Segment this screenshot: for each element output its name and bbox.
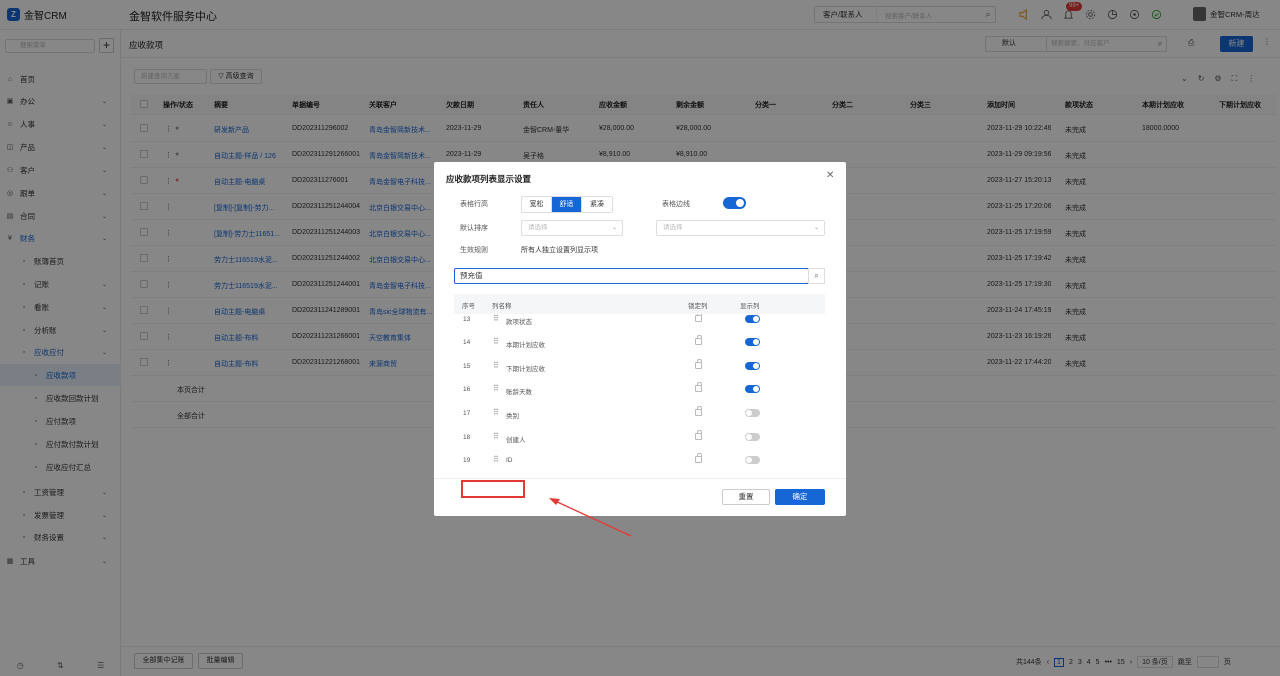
app-root: Z 金智CRM 金智软件服务中心 客户/联系人 搜索客户/联系人 ⌕ 99+ 金… bbox=[0, 0, 1280, 676]
search-icon[interactable]: ⌕ bbox=[808, 268, 825, 284]
sort-field-select[interactable]: 请选择 ⌄ bbox=[521, 220, 623, 236]
default-sort-label: 默认排序 bbox=[460, 225, 488, 232]
drag-handle-icon[interactable]: ⠿ bbox=[493, 361, 499, 370]
table-border-toggle[interactable] bbox=[723, 197, 746, 209]
dialog-divider bbox=[434, 478, 846, 479]
column-seq: 13 bbox=[463, 316, 471, 323]
show-column-toggle[interactable] bbox=[745, 409, 760, 417]
annotation-highlight-box bbox=[461, 480, 525, 498]
toggle-knob bbox=[753, 363, 759, 369]
chevron-down-icon: ⌄ bbox=[813, 225, 819, 231]
lock-icon[interactable] bbox=[695, 453, 702, 463]
table-border-label: 表格边线 bbox=[662, 201, 690, 208]
lock-icon[interactable] bbox=[695, 314, 702, 322]
toggle-knob bbox=[753, 339, 759, 345]
column-settings-dialog: 应收款项列表显示设置 ✕ 表格行高 宽松 舒适 紧凑 表格边线 默认排序 请选择 ⌄ … bbox=[434, 162, 846, 516]
column-name: 创建人 bbox=[506, 437, 526, 444]
lock-header: 锁定列 bbox=[688, 303, 708, 310]
column-name: 本期计划应收 bbox=[506, 342, 545, 349]
toggle-knob bbox=[746, 410, 752, 416]
column-name: 下期计划应收 bbox=[506, 366, 545, 373]
lock-icon[interactable] bbox=[695, 382, 702, 392]
show-column-toggle[interactable] bbox=[745, 456, 760, 464]
lock-icon[interactable] bbox=[695, 406, 702, 416]
column-row: 19 ⠿ ID bbox=[454, 449, 825, 473]
reset-button[interactable]: 重置 bbox=[722, 489, 770, 505]
drag-handle-icon[interactable]: ⠿ bbox=[493, 455, 499, 464]
column-row: 17 ⠿ 类别 bbox=[454, 402, 825, 426]
column-seq: 18 bbox=[463, 434, 471, 441]
show-header: 显示列 bbox=[740, 303, 760, 310]
drag-handle-icon[interactable]: ⠿ bbox=[493, 314, 499, 323]
row-height-selector: 宽松 舒适 紧凑 bbox=[521, 196, 613, 213]
column-name: ID bbox=[506, 457, 513, 464]
row-height-label: 表格行高 bbox=[460, 201, 488, 208]
column-name: 账龄天数 bbox=[506, 389, 532, 396]
drag-handle-icon[interactable]: ⠿ bbox=[493, 432, 499, 441]
name-header: 列名称 bbox=[492, 303, 512, 310]
show-column-toggle[interactable] bbox=[745, 338, 760, 346]
column-row: 14 ⠿ 本期计划应收 bbox=[454, 331, 825, 355]
rule-text: 所有人独立设置列显示项 bbox=[521, 247, 598, 254]
seq-header: 序号 bbox=[462, 303, 475, 310]
sort-order-placeholder: 请选择 bbox=[663, 224, 683, 231]
column-list-header: 序号 列名称 锁定列 显示列 bbox=[454, 294, 825, 314]
lock-icon[interactable] bbox=[695, 359, 702, 369]
column-seq: 15 bbox=[463, 363, 471, 370]
column-seq: 14 bbox=[463, 339, 471, 346]
row-height-option[interactable]: 宽松 bbox=[522, 197, 552, 212]
show-column-toggle[interactable] bbox=[745, 385, 760, 393]
column-seq: 17 bbox=[463, 410, 471, 417]
column-row: 13 ⠿ 款项状态 bbox=[454, 314, 825, 332]
row-height-option[interactable]: 紧凑 bbox=[582, 197, 612, 212]
show-column-toggle[interactable] bbox=[745, 433, 760, 441]
chevron-down-icon: ⌄ bbox=[611, 225, 617, 231]
column-row: 15 ⠿ 下期计划应收 bbox=[454, 355, 825, 379]
column-seq: 16 bbox=[463, 386, 471, 393]
row-height-option[interactable]: 舒适 bbox=[552, 197, 582, 212]
column-name: 类别 bbox=[506, 413, 519, 420]
column-row: 16 ⠿ 账龄天数 bbox=[454, 378, 825, 402]
column-row: 18 ⠿ 创建人 bbox=[454, 426, 825, 450]
dialog-title: 应收款项列表显示设置 bbox=[446, 174, 532, 184]
sort-field-placeholder: 请选择 bbox=[528, 224, 548, 231]
close-icon[interactable]: ✕ bbox=[826, 170, 834, 181]
drag-handle-icon[interactable]: ⠿ bbox=[493, 337, 499, 346]
show-column-toggle[interactable] bbox=[745, 362, 760, 370]
rule-label: 生效规则 bbox=[460, 247, 488, 254]
column-list: 13 ⠿ 款项状态 14 ⠿ 本期计划应收 15 ⠿ 下期计划应收 16 ⠿ 账龄天数 17 ⠿ 类别 18 ⠿… bbox=[454, 314, 825, 476]
drag-handle-icon[interactable]: ⠿ bbox=[493, 408, 499, 417]
lock-icon[interactable] bbox=[695, 430, 702, 440]
confirm-button[interactable]: 确定 bbox=[775, 489, 825, 505]
show-column-toggle[interactable] bbox=[745, 315, 760, 323]
toggle-knob bbox=[753, 386, 759, 392]
drag-handle-icon[interactable]: ⠿ bbox=[493, 384, 499, 393]
toggle-knob bbox=[746, 457, 752, 463]
column-seq: 19 bbox=[463, 457, 471, 464]
column-search-input[interactable]: 预充值 bbox=[454, 268, 809, 284]
toggle-knob bbox=[746, 434, 752, 440]
toggle-knob bbox=[753, 316, 759, 322]
sort-order-select[interactable]: 请选择 ⌄ bbox=[656, 220, 825, 236]
column-name: 款项状态 bbox=[506, 319, 532, 326]
lock-icon[interactable] bbox=[695, 335, 702, 345]
